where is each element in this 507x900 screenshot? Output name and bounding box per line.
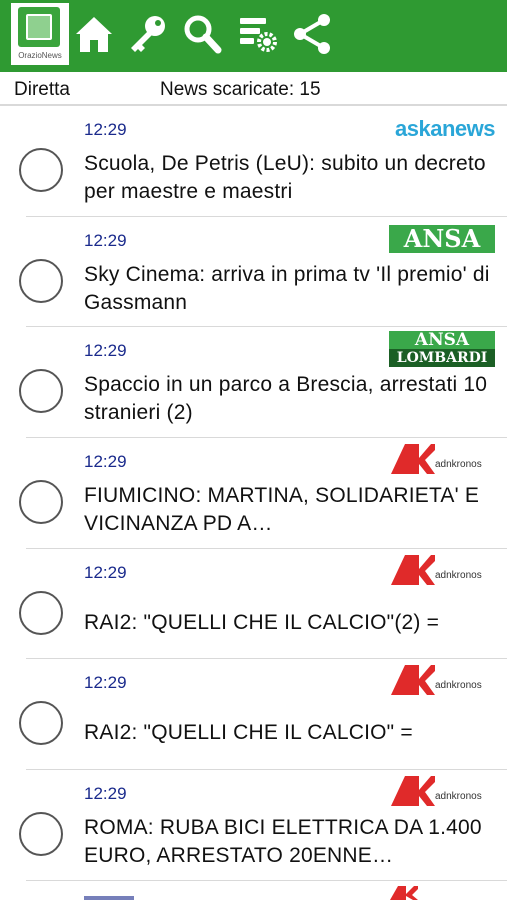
news-time: 12:29 bbox=[84, 452, 127, 472]
select-circle[interactable] bbox=[19, 480, 63, 525]
news-time: 12:29 bbox=[84, 784, 127, 804]
select-circle[interactable] bbox=[19, 590, 63, 635]
news-time: 12:29 bbox=[84, 230, 127, 250]
source-text: adnkronos bbox=[435, 791, 482, 803]
home-icon[interactable] bbox=[72, 12, 116, 56]
source-text: ANSA bbox=[389, 331, 495, 350]
news-item[interactable]: 12:29 adnkronos RAI2: "QUELLI CHE IL CAL… bbox=[0, 659, 507, 771]
news-item[interactable]: 12:29 adnkronos FIUMICINO: MARTINA, SOLI… bbox=[0, 438, 507, 549]
select-circle[interactable] bbox=[19, 258, 63, 303]
news-item[interactable]: 12:29 ANSA Sky Cinema: arriva in prima t… bbox=[0, 217, 507, 328]
source-text: askanews bbox=[395, 116, 495, 141]
news-time: 12:29 bbox=[84, 673, 127, 693]
source-logo-adnkronos: adnkronos bbox=[391, 665, 495, 696]
logo-text: OrazioNews bbox=[18, 51, 62, 60]
source-logo-ansa: ANSA bbox=[389, 224, 495, 253]
news-time: 12:29 bbox=[84, 562, 127, 582]
news-title[interactable]: Spaccio in un parco a Brescia, arrestati… bbox=[84, 371, 499, 427]
news-time: 12:29 bbox=[84, 120, 127, 139]
share-icon[interactable] bbox=[290, 12, 334, 56]
app-logo[interactable]: OrazioNews bbox=[11, 3, 69, 65]
source-logo-askanews: askanews bbox=[395, 116, 495, 142]
source-text: adnkronos bbox=[435, 459, 482, 471]
source-logo-ansa-lombardia: ANSA LOMBARDI bbox=[389, 331, 495, 368]
mode-label[interactable]: Diretta bbox=[14, 79, 70, 101]
key-icon[interactable] bbox=[126, 12, 170, 56]
source-subtext: LOMBARDI bbox=[389, 349, 495, 368]
next-item-adnkronos-mark bbox=[84, 886, 418, 900]
news-title[interactable]: Scuola, De Petris (LeU): subito un decre… bbox=[84, 150, 499, 206]
select-circle[interactable] bbox=[19, 369, 63, 414]
source-logo-adnkronos: adnkronos bbox=[391, 444, 495, 475]
source-text: adnkronos bbox=[435, 569, 482, 581]
select-circle[interactable] bbox=[19, 812, 63, 857]
source-logo-adnkronos: adnkronos bbox=[391, 776, 495, 807]
news-item[interactable]: 12:29 adnkronos RAI2: "QUELLI CHE IL CAL… bbox=[0, 549, 507, 660]
downloaded-count: News scaricate: 15 bbox=[160, 79, 321, 100]
select-circle[interactable] bbox=[19, 148, 63, 192]
news-title[interactable]: FIUMICINO: MARTINA, SOLIDARIETA' E VICIN… bbox=[84, 482, 499, 538]
news-title[interactable]: ROMA: RUBA BICI ELETTRICA DA 1.400 EURO,… bbox=[84, 814, 499, 870]
news-item[interactable]: 12:29 ANSA LOMBARDI Spaccio in un parco … bbox=[0, 327, 507, 439]
source-text: adnkronos bbox=[435, 680, 482, 692]
select-circle[interactable] bbox=[19, 701, 63, 746]
news-title[interactable]: RAI2: "QUELLI CHE IL CALCIO" = bbox=[84, 719, 499, 747]
news-item[interactable]: 12:29 askanews Scuola, De Petris (LeU): … bbox=[0, 106, 507, 217]
next-item-partial bbox=[0, 880, 507, 900]
status-bar: Diretta News scaricate: 15 bbox=[0, 72, 507, 106]
news-title[interactable]: RAI2: "QUELLI CHE IL CALCIO"(2) = bbox=[84, 609, 499, 637]
news-time: 12:29 bbox=[84, 341, 127, 361]
news-title[interactable]: Sky Cinema: arriva in prima tv 'Il premi… bbox=[84, 261, 499, 317]
search-icon[interactable] bbox=[180, 12, 224, 56]
news-list: 12:29 askanews Scuola, De Petris (LeU): … bbox=[0, 106, 507, 881]
news-item[interactable]: 12:29 adnkronos ROMA: RUBA BICI ELETTRIC… bbox=[0, 770, 507, 881]
logo-mark-inner bbox=[26, 14, 52, 40]
source-logo-adnkronos: adnkronos bbox=[391, 554, 495, 585]
settings-icon[interactable] bbox=[236, 12, 280, 56]
top-toolbar: OrazioNews bbox=[0, 0, 507, 72]
